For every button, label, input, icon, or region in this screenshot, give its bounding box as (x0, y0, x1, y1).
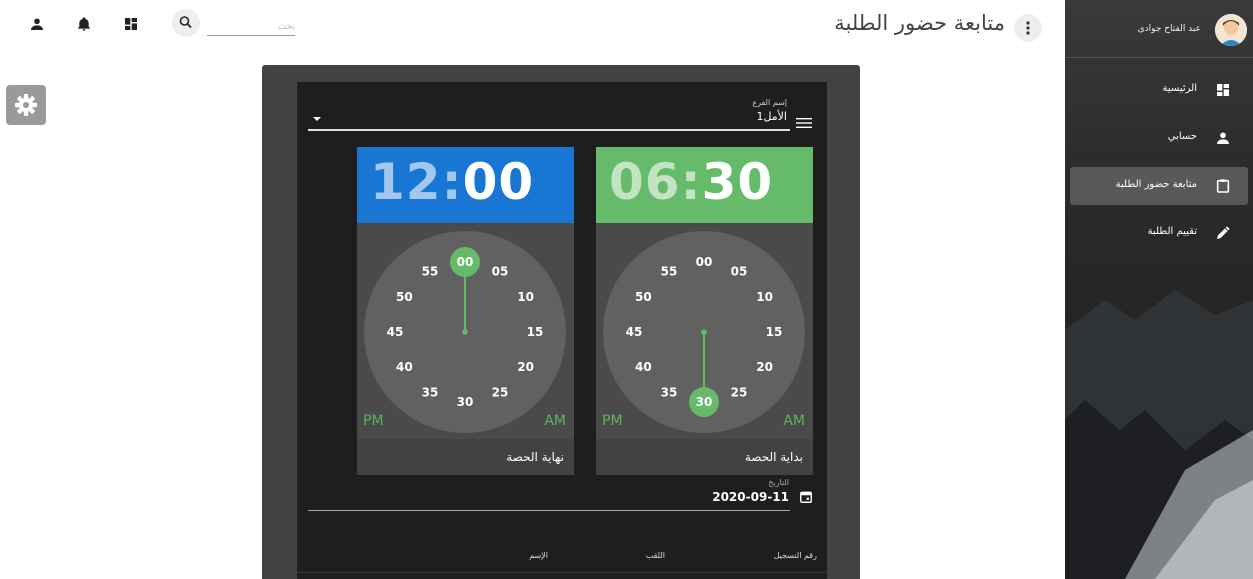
clock-minute-40[interactable]: 40 (396, 360, 413, 374)
dashboard-icon (1215, 82, 1231, 98)
dashboard-icon[interactable] (123, 16, 139, 32)
clock-minute-45[interactable]: 45 (387, 325, 404, 339)
dropdown-arrow-icon[interactable] (313, 117, 321, 121)
branch-select[interactable] (308, 129, 790, 131)
clock-minute-30[interactable]: 30 (696, 395, 713, 409)
end-time-label: نهاية الحصة (506, 450, 564, 464)
end-time-display: 12:00 (357, 147, 574, 223)
clock-minute-40[interactable]: 40 (635, 360, 652, 374)
sidebar-item-attendance[interactable]: متابعة حضور الطلبة (1070, 167, 1248, 205)
date-label: التاريخ (768, 478, 789, 487)
clock-minute-50[interactable]: 50 (396, 290, 413, 304)
date-input[interactable]: 2020-09-11 (712, 490, 789, 504)
calendar-icon[interactable] (799, 489, 813, 503)
gear-icon (15, 94, 37, 116)
search-input[interactable] (207, 18, 295, 36)
sidebar-item-label: تقييم الطلبة (1147, 226, 1197, 237)
end-clock-dial[interactable]: 00 05 10 15 20 25 30 35 40 45 50 55 PM AM (357, 223, 574, 439)
clock-minute-20[interactable]: 20 (517, 360, 534, 374)
start-hours[interactable]: 06 (609, 153, 681, 211)
clock-minute-25[interactable]: 25 (731, 386, 748, 400)
clock-minute-10[interactable]: 10 (756, 290, 773, 304)
clock-minute-05[interactable]: 05 (731, 264, 748, 278)
person-icon (1215, 130, 1231, 146)
start-pm-toggle[interactable]: PM (602, 413, 623, 429)
clock-center (462, 329, 468, 335)
pencil-icon (1215, 225, 1231, 241)
sidebar-item-label: الرئيسية (1162, 83, 1197, 94)
clock-minute-00[interactable]: 00 (696, 255, 713, 269)
list-icon (796, 114, 812, 128)
table-header-divider (297, 572, 827, 573)
start-time-label: بداية الحصة (744, 450, 803, 464)
sidebar-item-label: حسابي (1167, 131, 1197, 142)
attendance-panel: إسم الفرع الأمل1 12:00 00 05 10 15 20 25 30 35 4… (262, 65, 860, 579)
notifications-icon[interactable] (76, 16, 92, 32)
sidebar-item-account[interactable]: حسابي (1070, 119, 1248, 157)
start-time-display: 06:30 (596, 147, 813, 223)
end-hours[interactable]: 12 (370, 153, 442, 211)
start-minutes[interactable]: 30 (702, 153, 774, 211)
user-name: عبد الفتاح جوادى (1137, 24, 1201, 34)
clock-minute-00[interactable]: 00 (457, 255, 474, 269)
sidebar-user[interactable]: عبد الفتاح جوادى (1065, 0, 1253, 58)
clipboard-icon (1215, 178, 1231, 194)
date-underline (308, 510, 790, 511)
clock-minute-35[interactable]: 35 (422, 386, 439, 400)
start-clock-dial[interactable]: 00 05 10 15 20 25 30 35 40 45 50 55 PM AM (596, 223, 813, 439)
clock-minute-55[interactable]: 55 (661, 264, 678, 278)
clock-minute-35[interactable]: 35 (661, 386, 678, 400)
table-header-name: الإسم (529, 551, 548, 560)
start-time-picker: 06:30 00 05 10 15 20 25 30 35 40 45 50 55 PM AM بدا… (596, 147, 813, 475)
sidebar: عبد الفتاح جوادى الرئيسية حسابي متابعة ح… (1065, 0, 1253, 579)
clock-minute-15[interactable]: 15 (527, 325, 544, 339)
search-button[interactable] (172, 9, 200, 37)
end-time-picker: 12:00 00 05 10 15 20 25 30 35 40 45 50 55 PM AM نها… (357, 147, 574, 475)
avatar (1215, 14, 1247, 46)
sidebar-item-home[interactable]: الرئيسية (1070, 71, 1248, 109)
end-minutes[interactable]: 00 (463, 153, 535, 211)
clock-minute-30[interactable]: 30 (457, 395, 474, 409)
end-am-toggle[interactable]: AM (544, 413, 566, 429)
page-title: متابعة حضور الطلبة (834, 11, 1005, 35)
end-pm-toggle[interactable]: PM (363, 413, 384, 429)
clock-minute-25[interactable]: 25 (492, 386, 509, 400)
search-icon (179, 16, 192, 29)
clock-minute-20[interactable]: 20 (756, 360, 773, 374)
clock-center (701, 329, 707, 335)
clock-minute-05[interactable]: 05 (492, 264, 509, 278)
settings-button[interactable] (6, 85, 46, 125)
more-vert-icon (1026, 21, 1030, 35)
sidebar-item-label: متابعة حضور الطلبة (1115, 179, 1197, 190)
attendance-form: إسم الفرع الأمل1 12:00 00 05 10 15 20 25 30 35 4… (297, 82, 827, 579)
sidebar-item-evaluation[interactable]: تقييم الطلبة (1070, 214, 1248, 252)
clock-minute-45[interactable]: 45 (626, 325, 643, 339)
more-options-button[interactable] (1014, 14, 1042, 42)
account-icon[interactable] (29, 16, 45, 32)
clock-minute-15[interactable]: 15 (766, 325, 783, 339)
branch-label: إسم الفرع (752, 98, 787, 107)
table-header-surname: اللقب (645, 551, 665, 560)
clock-minute-55[interactable]: 55 (422, 264, 439, 278)
branch-select-value[interactable]: الأمل1 (756, 110, 787, 123)
table-header-registration: رقم التسجيل (773, 551, 817, 560)
start-am-toggle[interactable]: AM (783, 413, 805, 429)
clock-minute-10[interactable]: 10 (517, 290, 534, 304)
clock-minute-50[interactable]: 50 (635, 290, 652, 304)
